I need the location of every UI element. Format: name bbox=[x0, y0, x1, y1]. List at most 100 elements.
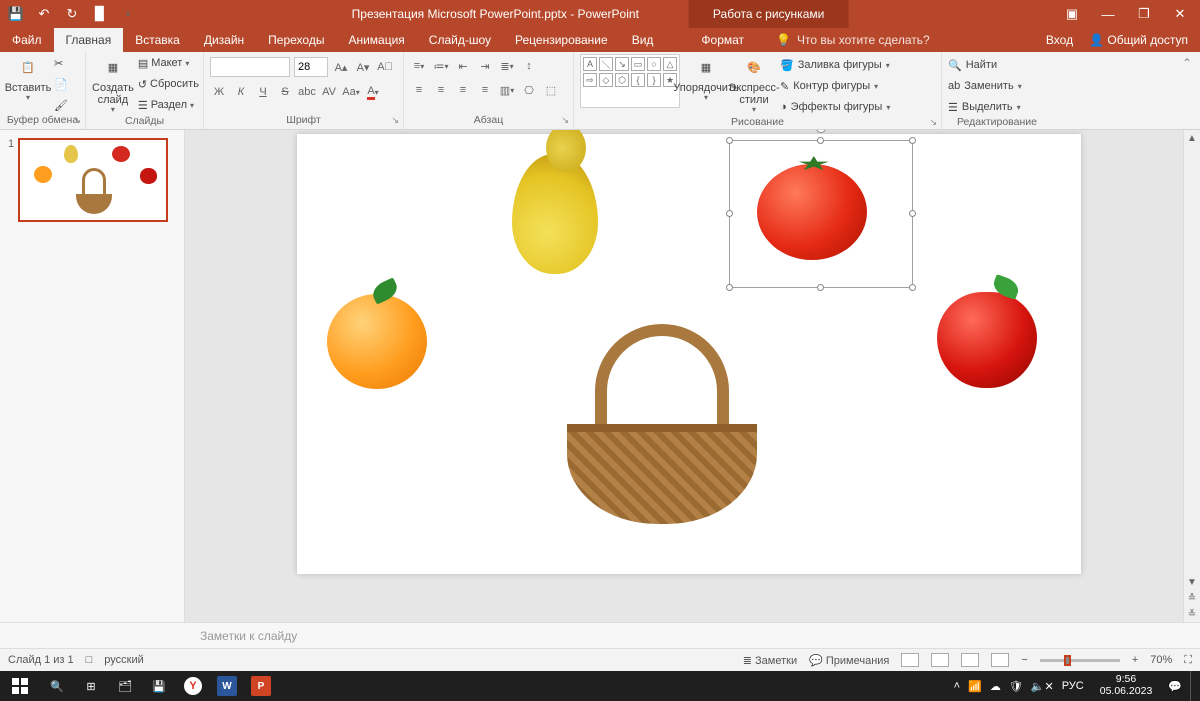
notes-toggle[interactable]: ≣ Заметки bbox=[743, 654, 797, 667]
underline-button[interactable]: Ч bbox=[254, 83, 272, 101]
new-slide-button[interactable]: ▦ Создать слайд ▾ bbox=[92, 54, 134, 115]
taskbar-app-word[interactable]: W bbox=[210, 671, 244, 701]
quick-styles-button[interactable]: 🎨 Экспресс- стили ▾ bbox=[732, 54, 776, 115]
tab-view[interactable]: Вид bbox=[620, 28, 666, 52]
copy-button[interactable]: 📄 bbox=[54, 75, 68, 93]
italic-button[interactable]: К bbox=[232, 83, 250, 101]
start-button[interactable] bbox=[0, 678, 40, 694]
shape-triangle-icon[interactable]: △ bbox=[663, 57, 677, 71]
bullets-button[interactable]: ≡▾ bbox=[410, 57, 428, 75]
tab-transitions[interactable]: Переходы bbox=[256, 28, 336, 52]
share-button[interactable]: 👤 Общий доступ bbox=[1089, 33, 1188, 47]
maximize-icon[interactable]: ❐ bbox=[1136, 6, 1152, 22]
rotation-handle[interactable] bbox=[816, 130, 826, 133]
qat-customize-icon[interactable]: ▾ bbox=[120, 6, 136, 22]
sorter-view-button[interactable] bbox=[931, 653, 949, 667]
zoom-level[interactable]: 70% bbox=[1150, 654, 1172, 666]
increase-font-icon[interactable]: A▴ bbox=[332, 58, 350, 76]
resize-handle-nw[interactable] bbox=[726, 137, 733, 144]
search-icon[interactable]: 🔍 bbox=[40, 671, 74, 701]
save-icon[interactable]: 💾 bbox=[8, 6, 24, 22]
tab-insert[interactable]: Вставка bbox=[123, 28, 192, 52]
shape-curly2-icon[interactable]: } bbox=[647, 73, 661, 87]
shape-effects-button[interactable]: ◑Эффекты фигуры▾ bbox=[780, 98, 890, 116]
clear-formatting-icon[interactable]: A⃠ bbox=[376, 58, 394, 76]
normal-view-button[interactable] bbox=[901, 653, 919, 667]
tab-design[interactable]: Дизайн bbox=[192, 28, 256, 52]
shape-hex-icon[interactable]: ⬡ bbox=[615, 73, 629, 87]
resize-handle-n[interactable] bbox=[817, 137, 824, 144]
tray-cloud-icon[interactable]: ☁ bbox=[990, 680, 1001, 693]
resize-handle-sw[interactable] bbox=[726, 284, 733, 291]
selection-box[interactable] bbox=[729, 140, 913, 288]
resize-handle-w[interactable] bbox=[726, 210, 733, 217]
undo-icon[interactable]: ↶ bbox=[36, 6, 52, 22]
prev-slide-icon[interactable]: ≙ bbox=[1184, 590, 1200, 606]
next-slide-icon[interactable]: ≚ bbox=[1184, 606, 1200, 622]
tray-wifi-icon[interactable]: 📶 bbox=[968, 680, 982, 693]
close-icon[interactable]: ✕ bbox=[1172, 6, 1188, 22]
tab-file[interactable]: Файл bbox=[0, 28, 54, 52]
tab-slideshow[interactable]: Слайд-шоу bbox=[417, 28, 503, 52]
slide-editor[interactable]: ▲ ▼ ≙ ≚ bbox=[185, 130, 1200, 622]
collapse-ribbon-icon[interactable]: ⌃ bbox=[1182, 56, 1192, 70]
tab-review[interactable]: Рецензирование bbox=[503, 28, 620, 52]
tray-volume-icon[interactable]: 🔈✕ bbox=[1031, 680, 1054, 693]
zoom-slider[interactable] bbox=[1040, 659, 1120, 662]
resize-handle-se[interactable] bbox=[909, 284, 916, 291]
change-case-button[interactable]: Aa▾ bbox=[342, 83, 360, 101]
paste-button[interactable]: 📋 Вставить ▾ bbox=[6, 54, 50, 103]
start-from-beginning-icon[interactable]: ▉ bbox=[92, 6, 108, 22]
resize-handle-s[interactable] bbox=[817, 284, 824, 291]
scroll-down-icon[interactable]: ▼ bbox=[1184, 574, 1200, 590]
text-shadow-button[interactable]: AV bbox=[320, 83, 338, 101]
comments-toggle[interactable]: 💬 Примечания bbox=[809, 654, 889, 667]
slideshow-view-button[interactable] bbox=[991, 653, 1009, 667]
line-spacing-button[interactable]: ≣▾ bbox=[498, 57, 516, 75]
shape-fill-button[interactable]: 🪣Заливка фигуры▾ bbox=[780, 56, 890, 74]
decrease-font-icon[interactable]: A▾ bbox=[354, 58, 372, 76]
slide-thumbnail-1[interactable] bbox=[18, 138, 168, 222]
tray-chevron-icon[interactable]: ˄ bbox=[954, 680, 960, 692]
select-button[interactable]: ☰Выделить▾ bbox=[948, 98, 1021, 116]
align-text-button[interactable]: ⎔ bbox=[520, 81, 538, 99]
image-orange[interactable] bbox=[327, 294, 427, 389]
image-apple[interactable] bbox=[937, 292, 1037, 388]
tray-clock[interactable]: 9:56 05.06.2023 bbox=[1092, 674, 1161, 697]
strikethrough-button[interactable]: S bbox=[276, 83, 294, 101]
redo-icon[interactable]: ↻ bbox=[64, 6, 80, 22]
shape-arrow-icon[interactable]: ↘ bbox=[615, 57, 629, 71]
taskbar-app-powerpoint[interactable]: P bbox=[244, 671, 278, 701]
numbering-button[interactable]: ≔▾ bbox=[432, 57, 450, 75]
resize-handle-ne[interactable] bbox=[909, 137, 916, 144]
tab-home[interactable]: Главная bbox=[54, 28, 124, 52]
ribbon-display-options-icon[interactable]: ▣ bbox=[1064, 6, 1080, 22]
spellcheck-icon[interactable]: □ bbox=[86, 654, 93, 666]
font-family-combo[interactable] bbox=[210, 57, 290, 77]
find-button[interactable]: 🔍Найти bbox=[948, 56, 997, 74]
taskbar-app-save-icon[interactable]: 💾 bbox=[142, 671, 176, 701]
paragraph-launcher-icon[interactable]: ↘ bbox=[561, 115, 569, 126]
format-painter-button[interactable]: 🖌 bbox=[54, 96, 68, 114]
drawing-launcher-icon[interactable]: ↘ bbox=[929, 117, 937, 128]
shape-oval-icon[interactable]: ○ bbox=[647, 57, 661, 71]
cut-button[interactable]: ✂ bbox=[54, 54, 68, 72]
sign-in-link[interactable]: Вход bbox=[1046, 33, 1073, 47]
shape-arrow2-icon[interactable]: ⇨ bbox=[583, 73, 597, 87]
align-left-button[interactable]: ≡ bbox=[410, 81, 428, 99]
slide-canvas[interactable] bbox=[297, 134, 1081, 574]
font-launcher-icon[interactable]: ↘ bbox=[391, 115, 399, 126]
tab-format[interactable]: Формат bbox=[689, 28, 756, 52]
minimize-icon[interactable]: — bbox=[1100, 6, 1116, 22]
tell-me-search[interactable]: 💡 Что вы хотите сделать? bbox=[776, 28, 930, 52]
justify-button[interactable]: ≡ bbox=[476, 81, 494, 99]
shape-diamond-icon[interactable]: ◇ bbox=[599, 73, 613, 87]
font-size-combo[interactable] bbox=[294, 57, 328, 77]
reading-view-button[interactable] bbox=[961, 653, 979, 667]
text-direction-button[interactable]: ↕ bbox=[520, 57, 538, 75]
smartart-button[interactable]: ⬚ bbox=[542, 81, 560, 99]
reset-button[interactable]: ↺ Сбросить bbox=[138, 75, 199, 93]
show-desktop-button[interactable] bbox=[1190, 671, 1196, 701]
zoom-in-button[interactable]: + bbox=[1132, 654, 1138, 666]
layout-button[interactable]: ▤ Макет▾ bbox=[138, 54, 199, 72]
